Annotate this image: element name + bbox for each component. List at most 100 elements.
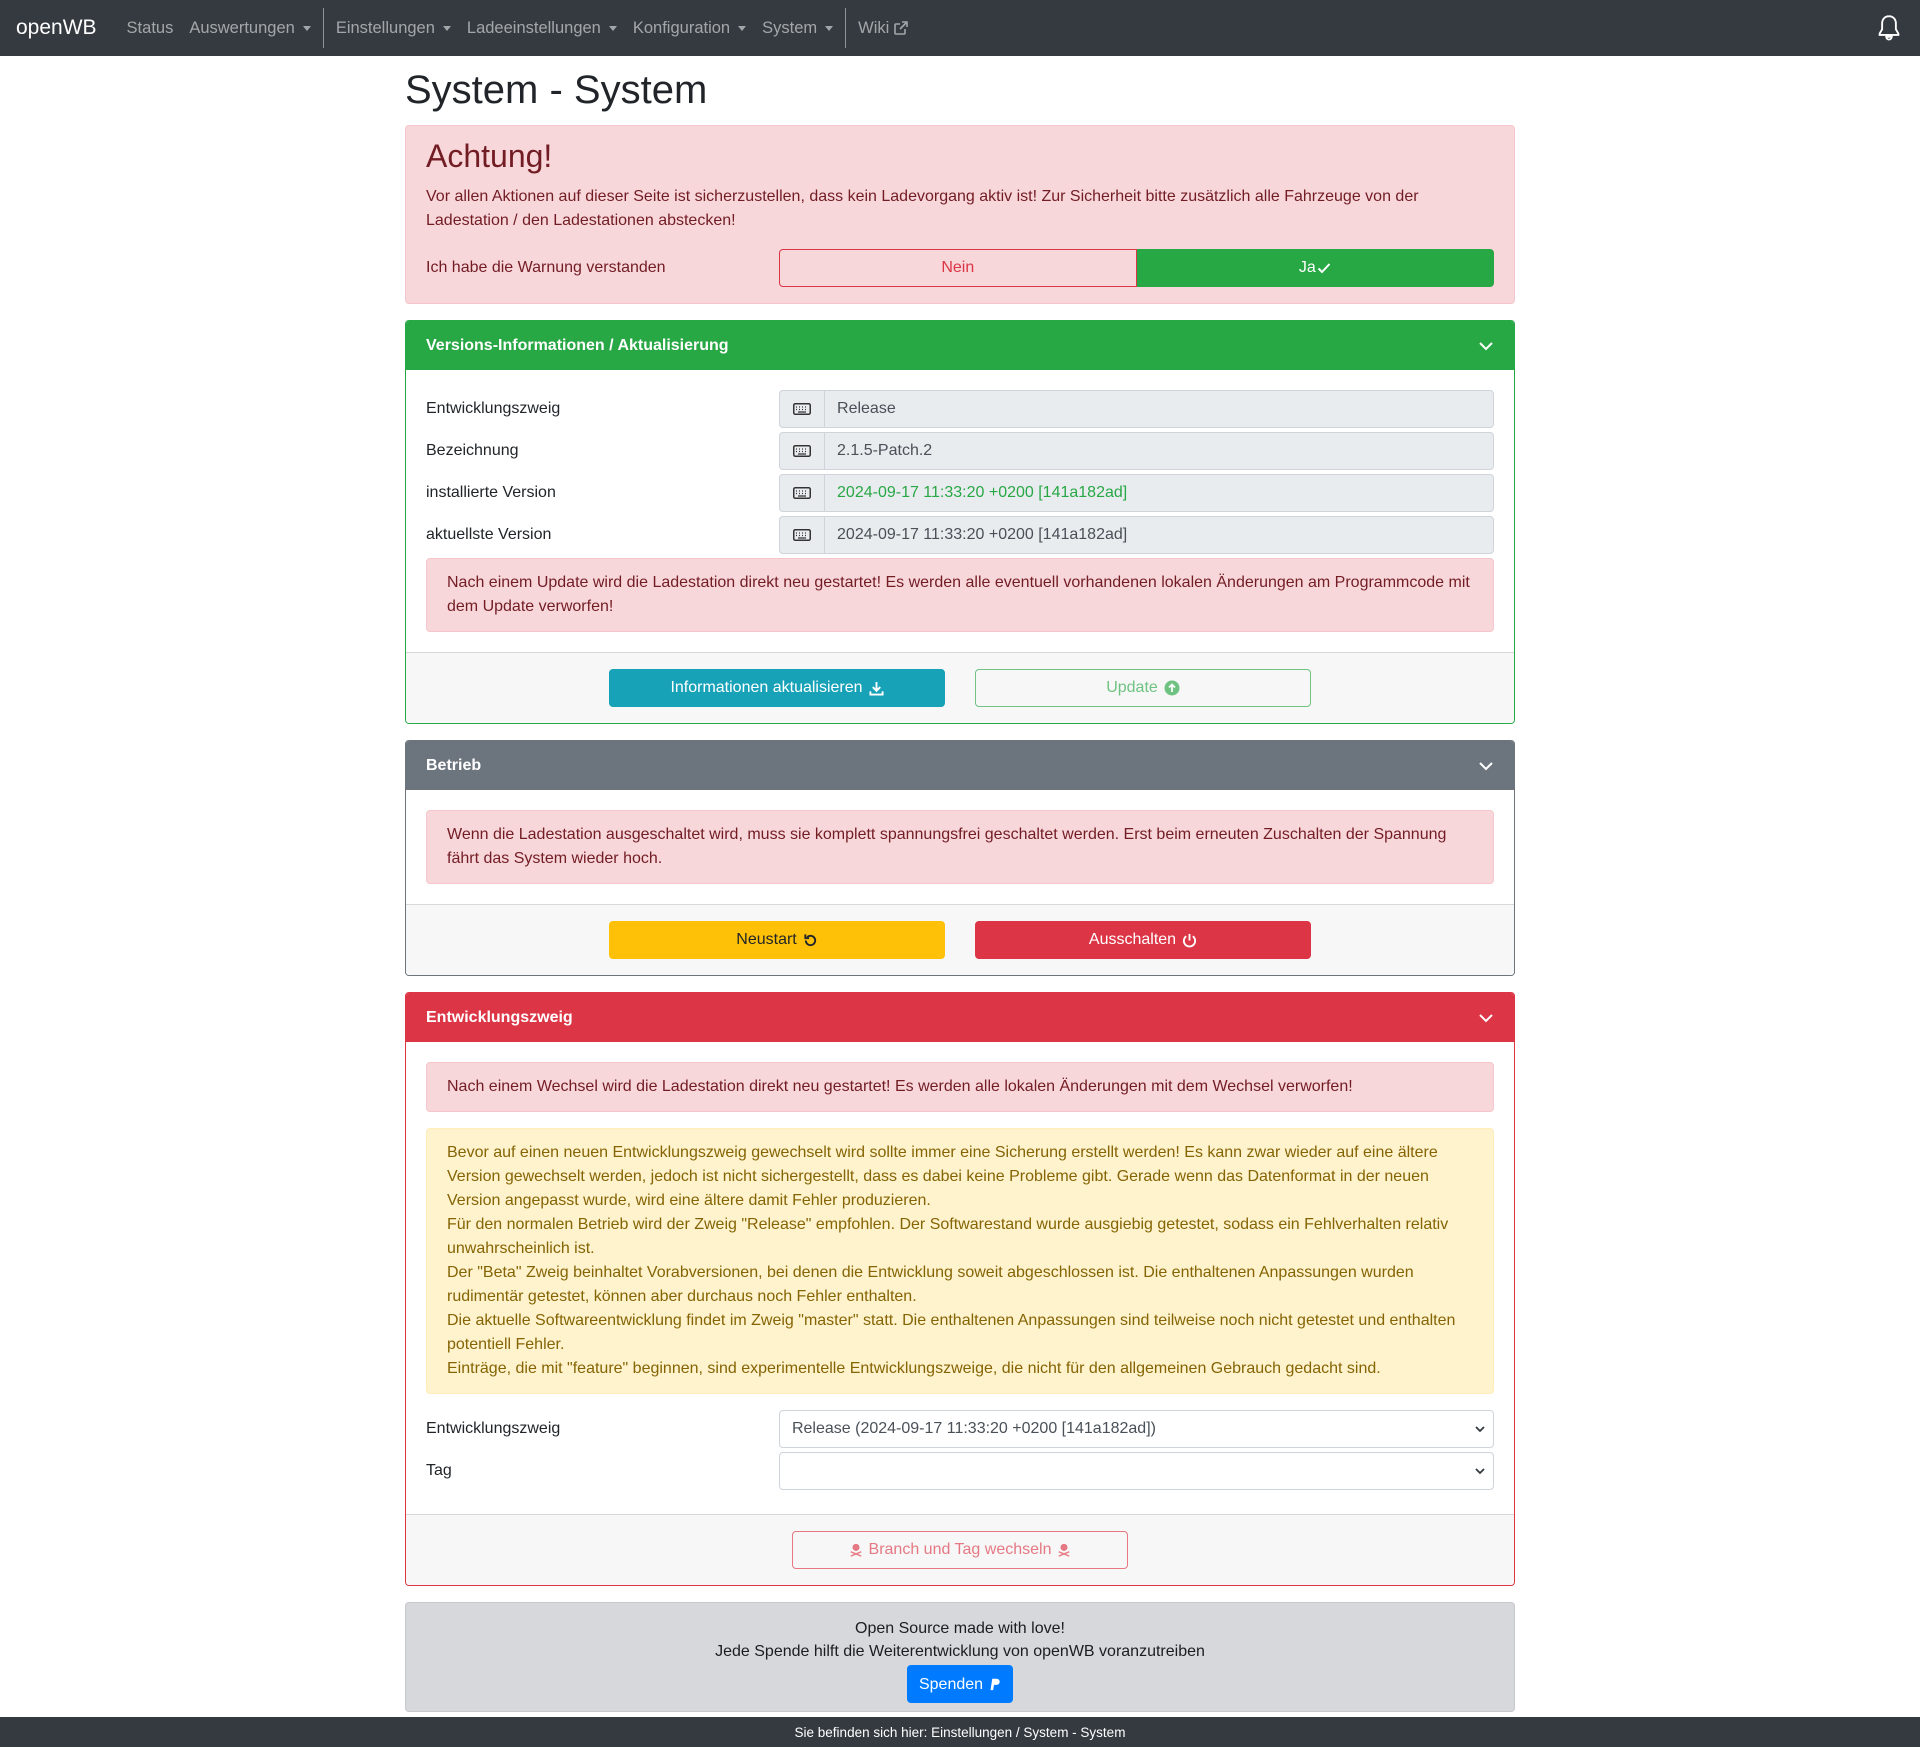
versions-card-title: Versions-Informationen / Aktualisierung xyxy=(426,336,729,354)
branch-select[interactable]: Release (2024-09-17 11:33:20 +0200 [141a… xyxy=(778,1410,1494,1448)
version-field-value: 2024-09-17 11:33:20 +0200 [141a182ad] xyxy=(824,474,1494,512)
version-row: installierte Version 2024-09-17 11:33:20… xyxy=(426,474,1494,512)
branch-switch-alert: Nach einem Wechsel wird die Ladestation … xyxy=(426,1062,1494,1112)
branch-card-footer: Branch und Tag wechseln xyxy=(406,1514,1514,1585)
version-row: aktuellste Version 2024-09-17 11:33:20 +… xyxy=(426,516,1494,554)
update-label: Update xyxy=(1106,679,1158,696)
tag-select[interactable] xyxy=(778,1452,1494,1490)
versions-card-footer: Informationen aktualisieren Update xyxy=(406,652,1514,723)
version-row-label: Entwicklungszweig xyxy=(426,400,561,417)
nav-status-label: Status xyxy=(126,18,174,37)
branch-info-line: Der "Beta" Zweig beinhaltet Vorabversion… xyxy=(447,1264,1414,1305)
switch-branch-button[interactable]: Branch und Tag wechseln xyxy=(792,1531,1128,1569)
nav-einstellungen[interactable]: Einstellungen xyxy=(336,19,451,38)
chevron-down-icon[interactable] xyxy=(1478,1010,1494,1026)
ja-label: Ja xyxy=(1298,259,1316,276)
version-row: Bezeichnung 2.1.5-Patch.2 xyxy=(426,432,1494,470)
check-icon xyxy=(1317,263,1330,274)
version-row-label: installierte Version xyxy=(426,484,556,501)
switch-branch-label: Branch und Tag wechseln xyxy=(868,1541,1052,1558)
branch-select-label: Entwicklungszweig xyxy=(426,1420,561,1437)
branch-card-body: Nach einem Wechsel wird die Ladestation … xyxy=(406,1042,1514,1514)
branch-select-row: Entwicklungszweig Release (2024-09-17 11… xyxy=(426,1410,1494,1448)
keyboard-icon xyxy=(779,390,825,428)
donate-label: Spenden xyxy=(918,1675,984,1693)
chevron-down-icon xyxy=(1475,1426,1485,1433)
versions-card-header[interactable]: Versions-Informationen / Aktualisierung xyxy=(406,321,1514,370)
branch-card-header[interactable]: Entwicklungszweig xyxy=(406,993,1514,1042)
brand-logo[interactable]: openWB xyxy=(16,16,97,40)
versions-card-body: Entwicklungszweig Release Bezeichnung 2.… xyxy=(406,370,1514,652)
version-field-value: 2024-09-17 11:33:20 +0200 [141a182ad] xyxy=(824,516,1494,554)
external-link-icon xyxy=(894,21,909,35)
versions-card: Versions-Informationen / Aktualisierung … xyxy=(405,320,1515,724)
warning-confirm-row: Ich habe die Warnung verstanden Nein Ja xyxy=(426,249,1495,287)
warning-confirm-label: Ich habe die Warnung verstanden xyxy=(426,259,666,276)
warning-confirm-toggle: Nein Ja xyxy=(779,249,1495,287)
top-navbar: openWB Status Auswertungen Einstellungen… xyxy=(0,0,1920,56)
chevron-down-icon xyxy=(1475,1468,1485,1475)
branch-select-value: Release (2024-09-17 11:33:20 +0200 [141a… xyxy=(791,1420,1156,1437)
nein-button[interactable]: Nein xyxy=(779,249,1137,287)
restart-label: Neustart xyxy=(736,931,797,948)
nav-system-label: System xyxy=(762,18,818,37)
download-icon xyxy=(869,681,884,696)
nein-label: Nein xyxy=(941,259,975,276)
donate-button[interactable]: Spenden xyxy=(906,1665,1014,1703)
restart-button[interactable]: Neustart xyxy=(609,921,945,959)
nav-konfiguration-label: Konfiguration xyxy=(632,18,731,37)
ja-button[interactable]: Ja xyxy=(1136,249,1495,287)
branch-info-warning: Bevor auf einen neuen Entwicklungszweig … xyxy=(426,1128,1494,1394)
nav-einstellungen-label: Einstellungen xyxy=(335,18,435,37)
keyboard-icon xyxy=(779,516,825,554)
donation-footer: Open Source made with love! Jede Spende … xyxy=(405,1602,1515,1712)
branch-card-title: Entwicklungszweig xyxy=(426,1008,573,1026)
nav-konfiguration[interactable]: Konfiguration xyxy=(632,18,747,38)
version-field: 2.1.5-Patch.2 xyxy=(779,432,1494,470)
branch-info-line: Bevor auf einen neuen Entwicklungszweig … xyxy=(447,1144,1438,1209)
nav-system[interactable]: System xyxy=(762,18,834,38)
update-button[interactable]: Update xyxy=(975,669,1311,707)
caret-down-icon xyxy=(608,25,617,31)
tag-select-label: Tag xyxy=(426,1462,452,1479)
caret-down-icon xyxy=(825,25,834,31)
nav-status[interactable]: Status xyxy=(127,19,174,38)
caret-down-icon xyxy=(442,25,451,31)
betrieb-card: Betrieb Wenn die Ladestation ausgeschalt… xyxy=(405,740,1515,976)
keyboard-icon xyxy=(779,432,825,470)
branch-info-line: Einträge, die mit "feature" beginnen, si… xyxy=(447,1360,1381,1377)
nav-ladeeinstellungen[interactable]: Ladeeinstellungen xyxy=(467,19,617,38)
paypal-icon xyxy=(990,1678,1000,1691)
shutdown-alert: Wenn die Ladestation ausgeschaltet wird,… xyxy=(426,810,1494,884)
betrieb-card-title: Betrieb xyxy=(426,756,482,774)
version-row-label: aktuellste Version xyxy=(426,526,552,543)
refresh-info-button[interactable]: Informationen aktualisieren xyxy=(609,669,945,707)
warning-text: Vor allen Aktionen auf dieser Seite ist … xyxy=(426,188,1419,229)
nav-divider xyxy=(845,8,847,48)
bell-icon[interactable] xyxy=(1874,12,1904,44)
nav-ladeeinstellungen-label: Ladeeinstellungen xyxy=(466,18,601,37)
keyboard-icon xyxy=(779,474,825,512)
tag-select-row: Tag xyxy=(426,1452,1494,1490)
chevron-down-icon[interactable] xyxy=(1478,338,1494,354)
skull-crossbones-icon xyxy=(850,1543,862,1557)
breadcrumb: Sie befinden sich hier: Einstellungen / … xyxy=(794,1724,1126,1740)
update-alert: Nach einem Update wird die Ladestation d… xyxy=(426,558,1494,632)
nav-wiki[interactable]: Wiki xyxy=(858,19,909,38)
skull-crossbones-icon xyxy=(1058,1543,1070,1557)
restart-icon xyxy=(804,933,816,946)
betrieb-card-header[interactable]: Betrieb xyxy=(406,741,1514,790)
version-field: 2024-09-17 11:33:20 +0200 [141a182ad] xyxy=(779,516,1494,554)
chevron-down-icon[interactable] xyxy=(1478,758,1494,774)
betrieb-card-footer: Neustart Ausschalten xyxy=(406,904,1514,975)
version-field: Release xyxy=(779,390,1494,428)
nav-auswertungen[interactable]: Auswertungen xyxy=(189,19,311,38)
nav-wiki-label: Wiki xyxy=(858,18,890,37)
shutdown-label: Ausschalten xyxy=(1088,931,1177,948)
version-field: 2024-09-17 11:33:20 +0200 [141a182ad] xyxy=(779,474,1494,512)
footer-love-text: Open Source made with love! xyxy=(855,1620,1065,1637)
breadcrumb-bar: Sie befinden sich hier: Einstellungen / … xyxy=(0,1717,1920,1747)
warning-alert: Achtung! Vor allen Aktionen auf dieser S… xyxy=(405,125,1515,304)
caret-down-icon xyxy=(302,25,311,31)
shutdown-button[interactable]: Ausschalten xyxy=(975,921,1311,959)
